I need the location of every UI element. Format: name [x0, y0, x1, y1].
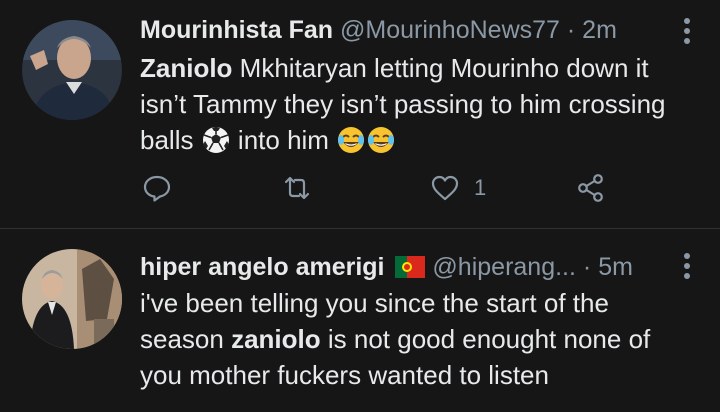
portugal-flag-icon: [395, 256, 426, 278]
text-line: season: [140, 324, 232, 354]
retweet-button[interactable]: [282, 168, 312, 208]
soccer-ball-icon: [202, 127, 229, 153]
timestamp[interactable]: 5m: [598, 253, 633, 281]
laughing-crying-emoji-icon: [368, 127, 395, 153]
mention-zaniolo: Zaniolo: [140, 53, 233, 83]
like-button[interactable]: 1: [430, 168, 486, 208]
reply-button[interactable]: [142, 168, 172, 208]
text-line: you mother fuckers wanted to listen: [140, 360, 549, 390]
retweet-icon: [284, 176, 310, 200]
share-button[interactable]: [576, 168, 606, 208]
mention-zaniolo: zaniolo: [231, 324, 321, 354]
tweet-header: hiper angelo amerigi @hiperang... · 5m: [140, 251, 700, 283]
more-vertical-icon[interactable]: [682, 16, 692, 51]
avatar[interactable]: [22, 20, 122, 120]
separator: ·: [566, 16, 576, 44]
timestamp[interactable]: 2m: [582, 16, 617, 44]
text-line: isn’t Tammy they isn’t passing to him cr…: [140, 89, 666, 119]
tweet-header: Mourinhista Fan @MourinhoNews77 · 2m: [140, 14, 700, 46]
heart-icon: [431, 175, 459, 201]
more-vertical-icon[interactable]: [682, 251, 692, 286]
avatar[interactable]: [22, 249, 122, 349]
author-handle[interactable]: @MourinhoNews77: [340, 16, 560, 44]
reply-icon: [143, 175, 171, 202]
tweet-text: i've been telling you since the start of…: [140, 285, 700, 393]
author-name[interactable]: hiper angelo amerigi: [140, 253, 385, 281]
text-line: Mkhitaryan letting Mourinho down it: [232, 53, 649, 83]
text-line: into him: [230, 125, 337, 155]
like-count: 1: [474, 175, 487, 200]
author-handle[interactable]: @hiperang...: [432, 253, 576, 281]
tweet-actions: 1: [140, 168, 620, 208]
text-line: is not good enought none of: [320, 324, 651, 354]
text-line: i've been telling you since the start of…: [140, 288, 609, 318]
tweet-text: Zaniolo Mkhitaryan letting Mourinho down…: [140, 50, 700, 158]
tweet-2[interactable]: hiper angelo amerigi @hiperang... · 5m i…: [0, 229, 720, 412]
tweet-1[interactable]: Mourinhista Fan @MourinhoNews77 · 2m Zan…: [0, 0, 720, 228]
share-icon: [578, 174, 603, 202]
text-line: balls: [140, 125, 201, 155]
author-name[interactable]: Mourinhista Fan: [140, 16, 333, 44]
separator: ·: [582, 253, 592, 281]
laughing-crying-emoji-icon: [338, 127, 365, 153]
